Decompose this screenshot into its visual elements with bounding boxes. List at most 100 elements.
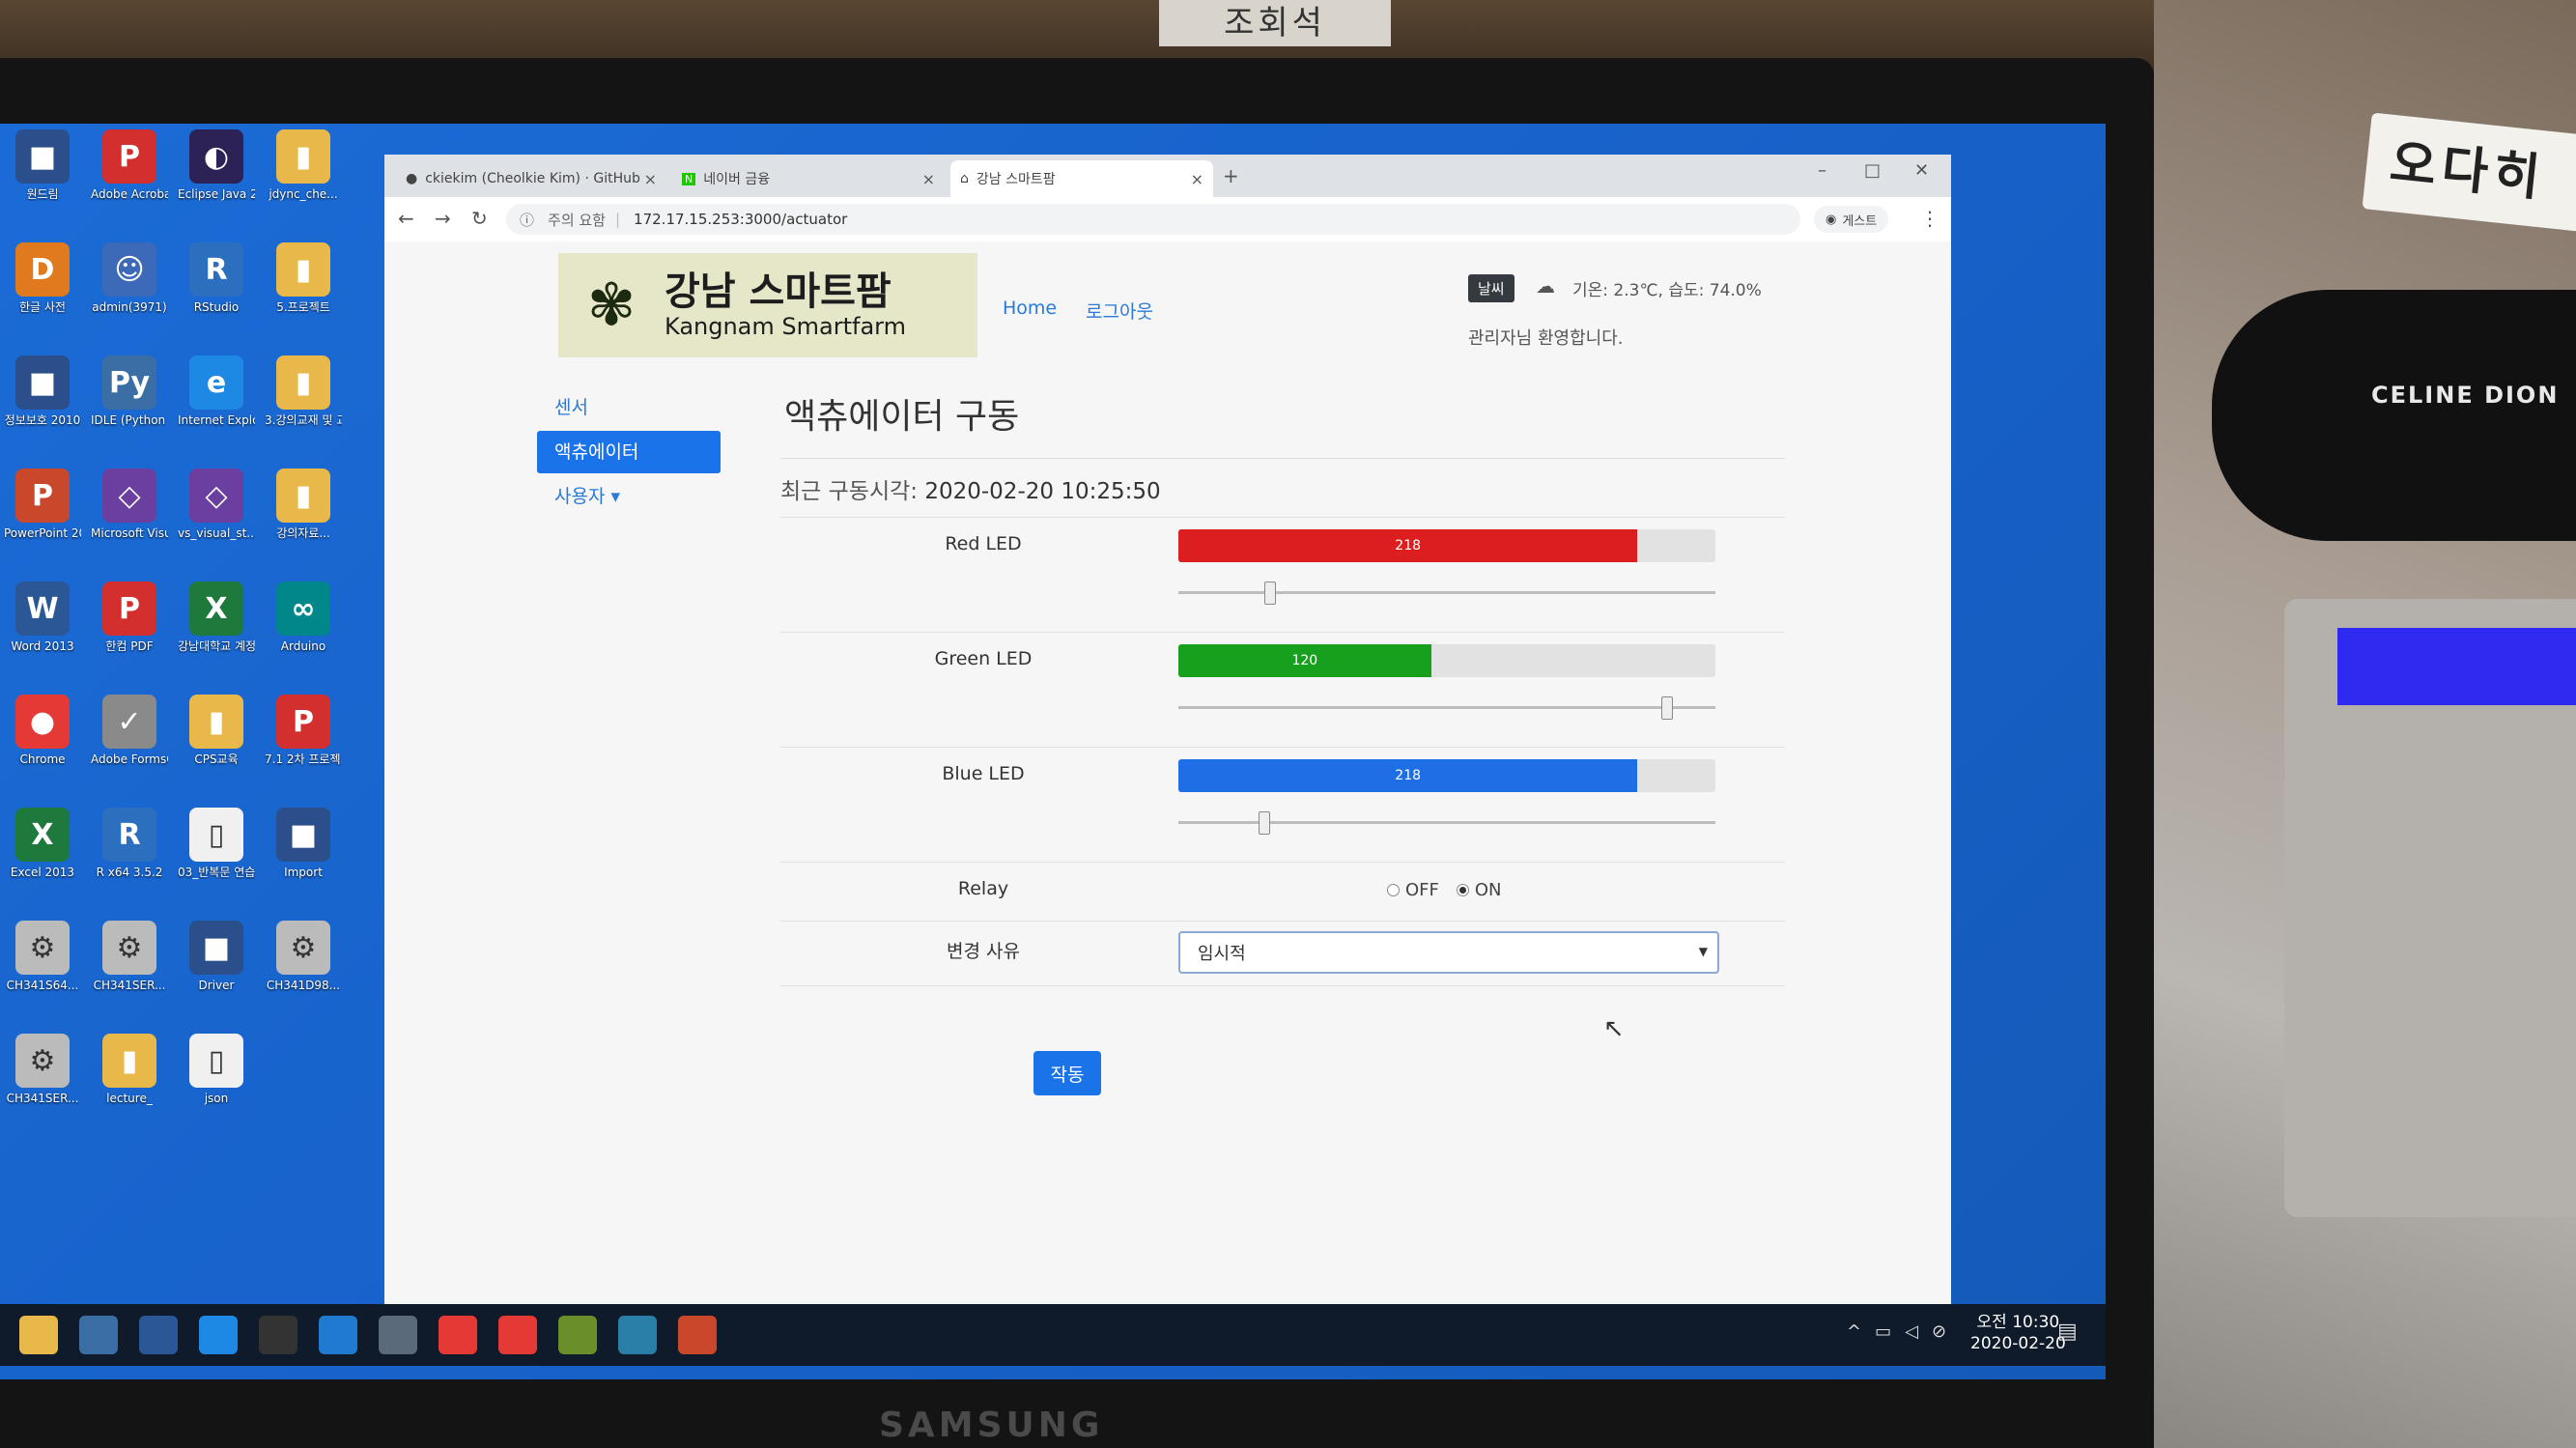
desktop-shortcut[interactable]: P 한컴 PDF xyxy=(91,582,168,653)
folder-icon: ▮ xyxy=(189,695,243,749)
desktop-shortcut[interactable]: ∞ Arduino xyxy=(265,582,342,653)
r-icon: R xyxy=(189,242,243,297)
desktop-shortcut-label: CPS교육 xyxy=(194,752,239,766)
notification-icon[interactable]: ▤ xyxy=(2057,1320,2078,1344)
desktop-shortcut[interactable]: D 한글 사전 xyxy=(4,242,81,314)
lab-device-screen xyxy=(2337,628,2576,705)
reload-icon[interactable]: ↻ xyxy=(471,207,488,230)
desktop-shortcut[interactable]: ✓ Adobe FormsCentral xyxy=(91,695,168,766)
welcome-message: 관리자님 환영합니다. xyxy=(1468,328,1624,349)
plant-icon[interactable] xyxy=(558,1316,597,1354)
kebab-menu-icon[interactable]: ⋮ xyxy=(1920,207,1939,230)
network-icon[interactable]: ▭ xyxy=(1875,1321,1891,1342)
volume-icon[interactable]: ◁ xyxy=(1905,1321,1918,1342)
led-slider[interactable] xyxy=(1178,696,1715,720)
desktop-shortcut[interactable]: ▯ 03_반복문 연습문제... xyxy=(178,808,255,879)
desktop-shortcut-label: admin(3971) xyxy=(92,300,167,314)
run-button[interactable]: 작동 xyxy=(1033,1051,1101,1095)
desktop-shortcut-label: CH341S64... xyxy=(6,979,79,992)
desktop-shortcut[interactable]: ● Chrome xyxy=(4,695,81,766)
slider-thumb[interactable] xyxy=(1660,696,1673,720)
desktop-shortcut[interactable]: ■ Import xyxy=(265,808,342,879)
desktop-shortcut[interactable]: ▮ 3.강의교재 및 교안 xyxy=(265,355,342,427)
desktop-shortcut[interactable]: ◇ Microsoft Visual Stud... xyxy=(91,468,168,540)
arduino-icon: ∞ xyxy=(276,582,330,636)
url-input[interactable]: ⓘ 주의 요함 | 172.17.15.253:3000/actuator xyxy=(506,204,1800,235)
slider-thumb[interactable] xyxy=(1263,582,1276,605)
desktop-shortcut[interactable]: R R x64 3.5.2 xyxy=(91,808,168,879)
store-icon[interactable] xyxy=(79,1316,118,1354)
file-explorer-icon[interactable] xyxy=(19,1316,58,1354)
desktop-shortcut[interactable]: X 강남대학교 계정 정보 xyxy=(178,582,255,653)
close-icon[interactable]: × xyxy=(1191,170,1203,188)
radio-off-dot[interactable] xyxy=(1387,884,1400,896)
desktop-shortcut[interactable]: P Adobe Acrobat xyxy=(91,129,168,201)
sidebar-item-actuator[interactable]: 액츄에이터 xyxy=(537,431,721,473)
ie-icon[interactable] xyxy=(199,1316,238,1354)
desktop-shortcut[interactable]: ■ 원드림 xyxy=(4,129,81,201)
desktop-shortcut[interactable]: ▮ CPS교육 xyxy=(178,695,255,766)
tab-smartfarm[interactable]: ⌂ 강남 스마트팜 × xyxy=(950,160,1213,197)
desktop-shortcut[interactable]: ▮ 강의자료... xyxy=(265,468,342,540)
desktop-shortcut[interactable]: ■ Driver xyxy=(178,921,255,992)
chrome-icon[interactable] xyxy=(439,1316,477,1354)
desktop-shortcut[interactable]: ◇ vs_visual_st... xyxy=(178,468,255,540)
desktop-shortcut[interactable]: W Word 2013 xyxy=(4,582,81,653)
desktop-shortcut[interactable]: ☺ admin(3971) xyxy=(91,242,168,314)
browser-window: ● ckiekim (Cheolkie Kim) · GitHub × N 네이… xyxy=(384,155,1951,1336)
desktop-shortcut[interactable]: ⚙ CH341SER... xyxy=(91,921,168,992)
sidebar-item-user[interactable]: 사용자 ▾ xyxy=(537,475,721,518)
powerpoint-icon[interactable] xyxy=(678,1316,717,1354)
desktop-shortcut-label: Excel 2013 xyxy=(10,866,75,879)
desktop-shortcut[interactable]: P 7.1 2차 프로젝... xyxy=(265,695,342,766)
back-icon[interactable]: ← xyxy=(398,207,414,230)
tab-naver-finance[interactable]: N 네이버 금융 × xyxy=(672,160,945,197)
terminal-icon[interactable] xyxy=(259,1316,297,1354)
paint-icon[interactable] xyxy=(618,1316,657,1354)
desktop-shortcut[interactable]: ▯ json xyxy=(178,1034,255,1105)
maximize-button[interactable]: □ xyxy=(1864,160,1881,181)
info-icon[interactable]: ⓘ xyxy=(520,210,534,230)
led-slider[interactable] xyxy=(1178,811,1715,835)
nav-logout-link[interactable]: 로그아웃 xyxy=(1086,298,1153,324)
clock[interactable]: 오전 10:30 2020-02-20 xyxy=(1970,1312,2066,1354)
desktop-shortcut[interactable]: ▮ 5.프로젝트 xyxy=(265,242,342,314)
desktop-shortcut[interactable]: e Internet Explorer xyxy=(178,355,255,427)
vscode-icon[interactable] xyxy=(319,1316,357,1354)
mail-icon[interactable] xyxy=(139,1316,178,1354)
reason-select[interactable]: 임시적 ▼ xyxy=(1178,931,1719,974)
desktop-screen: ■ 원드림 P Adobe Acrobat ◐ Eclipse Java 2018-12 ▮… xyxy=(0,124,2106,1379)
forward-icon[interactable]: → xyxy=(435,207,451,230)
sidebar-item-sensor[interactable]: 센서 xyxy=(537,386,721,429)
desktop-shortcut[interactable]: ◐ Eclipse Java 2018-12 xyxy=(178,129,255,201)
minimize-button[interactable]: – xyxy=(1818,160,1826,181)
relay-on-radio[interactable]: ON xyxy=(1456,880,1502,900)
desktop-shortcut[interactable]: ⚙ CH341S64... xyxy=(4,921,81,992)
radio-on-dot[interactable] xyxy=(1456,884,1469,896)
desktop-shortcut[interactable]: P PowerPoint 2013 xyxy=(4,468,81,540)
desktop-shortcut[interactable]: X Excel 2013 xyxy=(4,808,81,879)
desktop-shortcut[interactable]: ■ 정보보호 2010 xyxy=(4,355,81,427)
chevron-up-icon[interactable]: ^ xyxy=(1847,1321,1861,1342)
close-icon[interactable]: × xyxy=(644,170,657,188)
led-slider[interactable] xyxy=(1178,582,1715,605)
desktop-shortcut[interactable]: R RStudio xyxy=(178,242,255,314)
close-icon[interactable]: × xyxy=(922,170,935,188)
profile-button[interactable]: ◉ 게스트 xyxy=(1814,206,1889,233)
desktop-shortcut[interactable]: ⚙ CH341SER... xyxy=(4,1034,81,1105)
relay-off-radio[interactable]: OFF xyxy=(1387,880,1439,900)
nav-home-link[interactable]: Home xyxy=(1003,298,1057,319)
desktop-shortcut[interactable]: ▮ lecture_ xyxy=(91,1034,168,1105)
tab-github[interactable]: ● ckiekim (Cheolkie Kim) · GitHub × xyxy=(396,160,666,197)
slider-thumb[interactable] xyxy=(1258,811,1270,835)
dictionary-icon: D xyxy=(15,242,70,297)
chrome-icon[interactable] xyxy=(498,1316,537,1354)
desktop-shortcut[interactable]: ⚙ CH341D98... xyxy=(265,921,342,992)
blocked-icon[interactable]: ⊘ xyxy=(1932,1321,1946,1342)
new-tab-button[interactable]: + xyxy=(1223,164,1239,187)
desktop-shortcut[interactable]: ▮ jdync_che... xyxy=(265,129,342,201)
desktop-shortcut[interactable]: Py IDLE (Python 3.7 32-bit) xyxy=(91,355,168,427)
app-icon[interactable] xyxy=(379,1316,417,1354)
close-window-button[interactable]: ✕ xyxy=(1914,160,1929,181)
site-logo[interactable]: ✾ 강남 스마트팜 Kangnam Smartfarm xyxy=(558,253,977,357)
